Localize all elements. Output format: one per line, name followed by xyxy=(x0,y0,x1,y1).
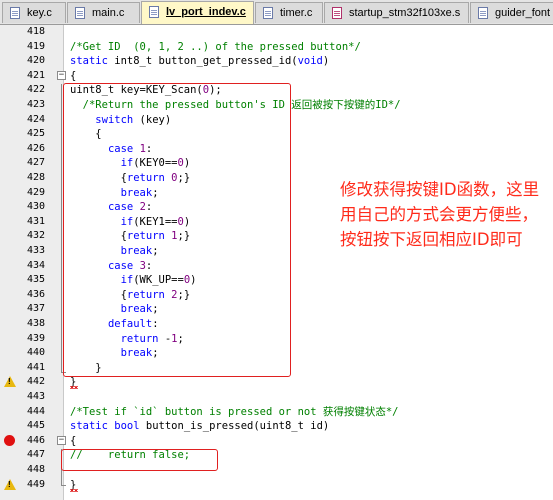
line-number: 429 xyxy=(26,186,45,198)
tab-label: timer.c xyxy=(280,7,313,19)
code-text: static int8_t button_get_pressed_id(void… xyxy=(70,54,329,69)
code-text: { xyxy=(70,69,76,84)
code-line[interactable]: 443 xyxy=(0,390,553,405)
warning-squiggle xyxy=(70,386,78,389)
keyword-token: static xyxy=(70,420,115,433)
tab-lv-port-indev-c[interactable]: lv_port_indev.c xyxy=(141,1,254,24)
line-number: 424 xyxy=(26,113,45,125)
tab-guider-font[interactable]: guider_font xyxy=(470,2,553,23)
code-text: static bool button_is_pressed(uint8_t id… xyxy=(70,419,329,434)
line-number: 426 xyxy=(26,142,45,154)
keyword-token: static xyxy=(70,55,115,68)
c-file-icon xyxy=(263,7,273,19)
code-line[interactable]: 421 −{ xyxy=(0,69,553,84)
line-number: 447 xyxy=(26,449,45,461)
code-line[interactable]: 449} xyxy=(0,478,553,493)
c-file-icon xyxy=(149,6,159,18)
line-number: 434 xyxy=(26,259,45,271)
code-line[interactable]: 445 static bool button_is_pressed(uint8_t… xyxy=(0,419,553,434)
c-file-icon xyxy=(478,7,488,19)
line-number: 446 xyxy=(26,434,45,446)
line-number: 423 xyxy=(26,99,45,110)
line-number: 425 xyxy=(26,128,45,140)
tab-label: lv_port_indev.c xyxy=(166,6,246,18)
code-line[interactable]: 420 static int8_t button_get_pressed_id(v… xyxy=(0,54,553,69)
comment-token: /*Get ID (0, 1, 2 ..) of the pressed but… xyxy=(70,40,361,53)
line-number: 438 xyxy=(26,318,45,329)
code-line[interactable]: 419 /*Get ID (0, 1, 2 ..) of the pressed … xyxy=(0,40,553,55)
code-token: button_is_pressed(uint8_t id) xyxy=(139,420,330,433)
line-number: 435 xyxy=(26,274,45,286)
line-number: 445 xyxy=(26,420,45,432)
keyword-token: bool xyxy=(114,420,140,433)
line-number: 421 xyxy=(26,69,45,81)
code-line[interactable]: 442} xyxy=(0,375,553,390)
line-number: 443 xyxy=(26,391,45,402)
comment-token: /*Test if `id` button is pressed or not … xyxy=(70,405,399,418)
c-file-icon xyxy=(75,7,85,19)
line-number: 436 xyxy=(26,288,45,300)
code-text: { xyxy=(70,434,76,449)
c-file-icon xyxy=(10,7,20,19)
line-number: 441 xyxy=(26,361,45,373)
warning-squiggle xyxy=(70,489,78,492)
code-line[interactable]: 418 xyxy=(0,25,553,40)
annotation-note: 修改获得按键ID函数，这里用自己的方式会更方便些，按钮按下返回相应ID即可 xyxy=(340,180,540,249)
code-text: /*Test if `id` button is pressed or not … xyxy=(70,405,399,420)
line-number: 449 xyxy=(26,478,45,490)
code-token: { xyxy=(70,69,77,82)
line-number: 439 xyxy=(26,332,45,344)
tab-label: guider_font xyxy=(495,7,551,19)
line-number: 432 xyxy=(26,230,45,242)
fold-guide xyxy=(61,84,62,372)
line-number: 422 xyxy=(26,84,45,96)
fold-guide-end xyxy=(61,485,66,486)
line-number: 440 xyxy=(26,347,45,359)
asm-file-icon xyxy=(332,7,342,19)
code-token: int8_t button_get_pressed_id( xyxy=(114,55,298,68)
fold-toggle-icon[interactable]: − xyxy=(57,435,66,445)
highlight-box-function-body xyxy=(63,83,291,377)
line-number: 444 xyxy=(26,405,45,417)
warning-icon[interactable] xyxy=(4,478,16,490)
keyword-token: void xyxy=(297,55,323,68)
tab-label: startup_stm32f103xe.s xyxy=(349,7,461,19)
code-line[interactable]: 444 /*Test if `id` button is pressed or n… xyxy=(0,405,553,420)
line-number: 437 xyxy=(26,303,45,315)
line-number: 418 xyxy=(26,26,45,37)
tab-key-c[interactable]: key.c xyxy=(2,2,66,23)
tab-main-c[interactable]: main.c xyxy=(67,2,140,23)
tab-label: main.c xyxy=(92,7,125,19)
code-line[interactable]: 446 −{ xyxy=(0,434,553,449)
tab-label: key.c xyxy=(27,7,52,19)
code-token: ) xyxy=(322,55,330,68)
code-text: /*Get ID (0, 1, 2 ..) of the pressed but… xyxy=(70,40,361,55)
line-number: 433 xyxy=(26,245,45,256)
line-number: 419 xyxy=(26,40,45,52)
line-number: 442 xyxy=(26,376,45,388)
highlight-box-commented-return xyxy=(61,449,218,471)
tab-startup-s[interactable]: startup_stm32f103xe.s xyxy=(324,2,469,23)
line-number: 448 xyxy=(26,464,45,475)
line-number: 428 xyxy=(26,172,45,183)
tab-timer-c[interactable]: timer.c xyxy=(255,2,323,23)
line-number: 430 xyxy=(26,201,45,213)
code-token: { xyxy=(70,434,77,447)
line-number: 420 xyxy=(26,55,45,67)
editor-tab-bar: key.c main.c lv_port_indev.c timer.c sta… xyxy=(0,0,553,25)
breakpoint-icon[interactable] xyxy=(4,434,15,446)
fold-toggle-icon[interactable]: − xyxy=(57,70,66,80)
line-number: 427 xyxy=(26,157,45,169)
warning-icon[interactable] xyxy=(4,376,16,388)
line-number: 431 xyxy=(26,215,45,227)
